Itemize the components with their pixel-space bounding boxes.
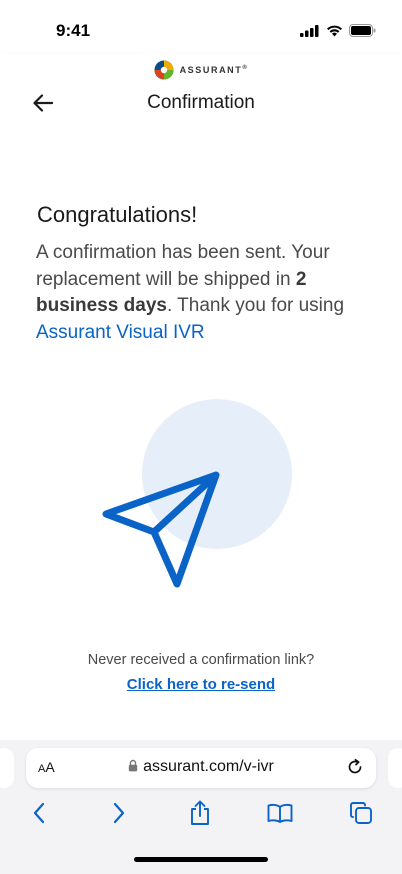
visual-ivr-link[interactable]: Assurant Visual IVR	[36, 322, 205, 343]
next-tab-edge[interactable]	[388, 748, 402, 788]
status-bar: 9:41	[0, 0, 402, 54]
browser-forward-button[interactable]	[104, 798, 134, 828]
cellular-signal-icon	[300, 24, 319, 37]
browser-toolbar: AA assurant.com/v-ivr	[0, 740, 402, 874]
share-button[interactable]	[185, 798, 215, 828]
battery-icon	[349, 24, 376, 37]
resend-link[interactable]: Click here to re-send	[127, 676, 275, 693]
resend-question: Never received a confirmation link?	[87, 652, 315, 668]
previous-tab-edge[interactable]	[0, 748, 14, 788]
share-icon	[191, 800, 209, 825]
chevron-left-icon	[33, 802, 45, 824]
book-icon	[267, 803, 293, 823]
resend-block: Never received a confirmation link? Clic…	[0, 652, 402, 694]
wifi-icon	[327, 25, 342, 36]
brand-name: ASSURANT®	[179, 65, 249, 75]
bookmarks-button[interactable]	[265, 798, 295, 828]
address-bar[interactable]: AA assurant.com/v-ivr	[26, 748, 376, 788]
message-text-2: . Thank you for using	[166, 295, 345, 316]
assurant-logo-icon	[154, 60, 174, 80]
lock-icon	[128, 759, 138, 772]
tabs-icon	[350, 802, 372, 824]
browser-nav-row	[0, 798, 402, 828]
main-content: Congratulations! A confirmation has been…	[0, 134, 402, 740]
home-indicator	[134, 857, 268, 862]
brand-logo: ASSURANT®	[0, 60, 402, 80]
url-text: assurant.com/v-ivr	[26, 758, 376, 776]
app-header: ASSURANT® Confirmation	[0, 54, 402, 134]
paper-plane-icon	[102, 471, 220, 588]
message-text-1: A confirmation has been sent. Your repla…	[36, 242, 330, 290]
tabs-button[interactable]	[346, 798, 376, 828]
chevron-right-icon	[113, 802, 125, 824]
reload-button[interactable]	[346, 758, 364, 781]
status-icons	[300, 24, 376, 37]
confirmation-message: A confirmation has been sent. Your repla…	[36, 240, 376, 346]
browser-back-button[interactable]	[24, 798, 54, 828]
status-time: 9:41	[56, 21, 91, 40]
success-heading: Congratulations!	[37, 202, 198, 227]
page-title: Confirmation	[147, 92, 255, 113]
paper-plane-illustration	[102, 399, 292, 588]
reload-icon	[348, 758, 362, 774]
